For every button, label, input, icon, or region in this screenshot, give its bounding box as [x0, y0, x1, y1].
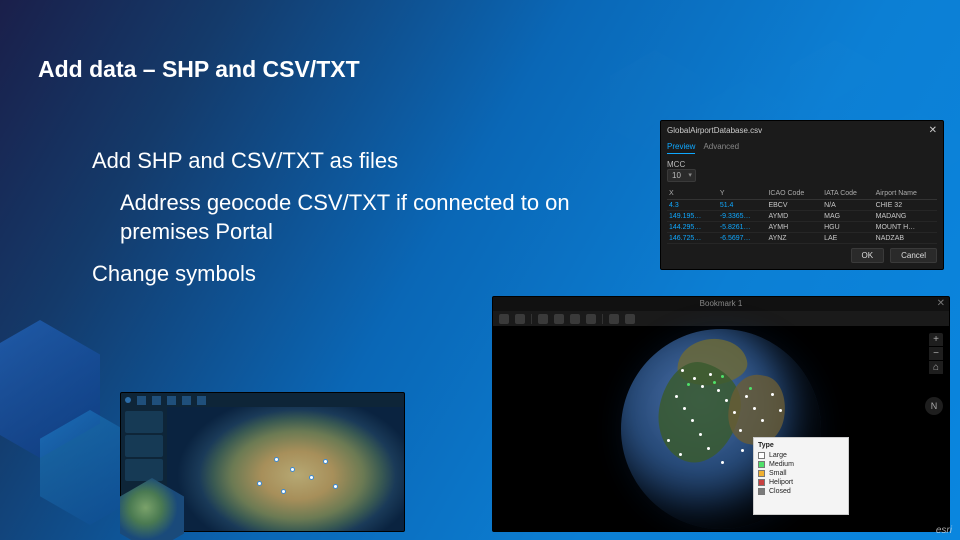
zoom-in-button[interactable]: +	[929, 333, 943, 347]
col-name[interactable]: Airport Name	[874, 188, 937, 200]
legend-popup[interactable]: Type Large Medium Small Heliport Closed	[753, 437, 849, 515]
csv-table: X Y ICAO Code IATA Code Airport Name 4.3…	[667, 188, 937, 244]
legend-swatch	[758, 470, 765, 477]
layer-item[interactable]	[125, 435, 163, 457]
panel-b-title: Bookmark 1 ✕	[493, 297, 949, 311]
csv-preview-dialog: GlobalAirportDatabase.csv ✕ Preview Adva…	[660, 120, 944, 270]
tool-icon[interactable]	[167, 396, 176, 405]
brand-logo: esri	[936, 525, 952, 536]
legend-swatch	[758, 452, 765, 459]
panel-b-toolbar	[493, 311, 949, 327]
map-canvas[interactable]	[167, 407, 404, 531]
bullet-1: Add SHP and CSV/TXT as files	[92, 146, 572, 176]
pencil-icon[interactable]	[515, 314, 525, 324]
tool-icon[interactable]	[197, 396, 206, 405]
measure-icon[interactable]	[538, 314, 548, 324]
col-y[interactable]: Y	[718, 188, 767, 200]
table-row: 144.295…-5.8261…AYMHHGUMOUNT H…	[667, 222, 937, 233]
bullet-3: Change symbols	[92, 259, 572, 289]
tab-preview[interactable]: Preview	[667, 142, 695, 154]
zoom-out-button[interactable]: −	[929, 347, 943, 361]
tool-icon[interactable]	[137, 396, 146, 405]
table-row: 149.195…-9.3365…AYMDMAGMADANG	[667, 211, 937, 222]
layer-item[interactable]	[125, 411, 163, 433]
layer-item[interactable]	[125, 459, 163, 481]
layers-icon[interactable]	[570, 314, 580, 324]
ok-button[interactable]: OK	[851, 248, 885, 263]
tool-icon[interactable]	[152, 396, 161, 405]
compass-icon[interactable]: N	[925, 397, 943, 415]
cancel-button[interactable]: Cancel	[890, 248, 937, 263]
bullet-list: Add SHP and CSV/TXT as files Address geo…	[92, 146, 572, 301]
tool-icon[interactable]	[182, 396, 191, 405]
globe-canvas[interactable]: Type Large Medium Small Heliport Closed …	[493, 327, 949, 531]
panel-a-toolbar	[121, 393, 404, 407]
slide-title: Add data – SHP and CSV/TXT	[38, 56, 360, 83]
legend-swatch	[758, 461, 765, 468]
rowcount-dropdown[interactable]: 10	[667, 169, 696, 182]
grid-icon[interactable]	[609, 314, 619, 324]
col-iata[interactable]: IATA Code	[822, 188, 874, 200]
dropdown-label: MCC	[667, 160, 685, 169]
close-icon[interactable]: ✕	[929, 125, 937, 136]
legend-title: Type	[758, 442, 844, 449]
close-icon[interactable]: ✕	[937, 297, 945, 311]
legend-swatch	[758, 479, 765, 486]
home-button[interactable]: ⌂	[929, 361, 943, 375]
table-icon[interactable]	[625, 314, 635, 324]
app-menu-icon[interactable]	[125, 397, 131, 403]
bookmarks-icon[interactable]	[586, 314, 596, 324]
col-icao[interactable]: ICAO Code	[766, 188, 822, 200]
identify-icon[interactable]	[554, 314, 564, 324]
dialog-title: GlobalAirportDatabase.csv	[667, 126, 762, 135]
bullet-2: Address geocode CSV/TXT if connected to …	[92, 188, 572, 247]
select-icon[interactable]	[499, 314, 509, 324]
table-row: 4.351.4EBCVN/ACHIE 32	[667, 200, 937, 211]
scene-panel-3d: Bookmark 1 ✕ Ty	[492, 296, 950, 532]
zoom-control: + − ⌂	[929, 333, 943, 375]
table-row: 146.725…-6.5697…AYNZLAENADZAB	[667, 233, 937, 244]
tab-advanced[interactable]: Advanced	[703, 142, 739, 154]
col-x[interactable]: X	[667, 188, 718, 200]
legend-swatch	[758, 488, 765, 495]
